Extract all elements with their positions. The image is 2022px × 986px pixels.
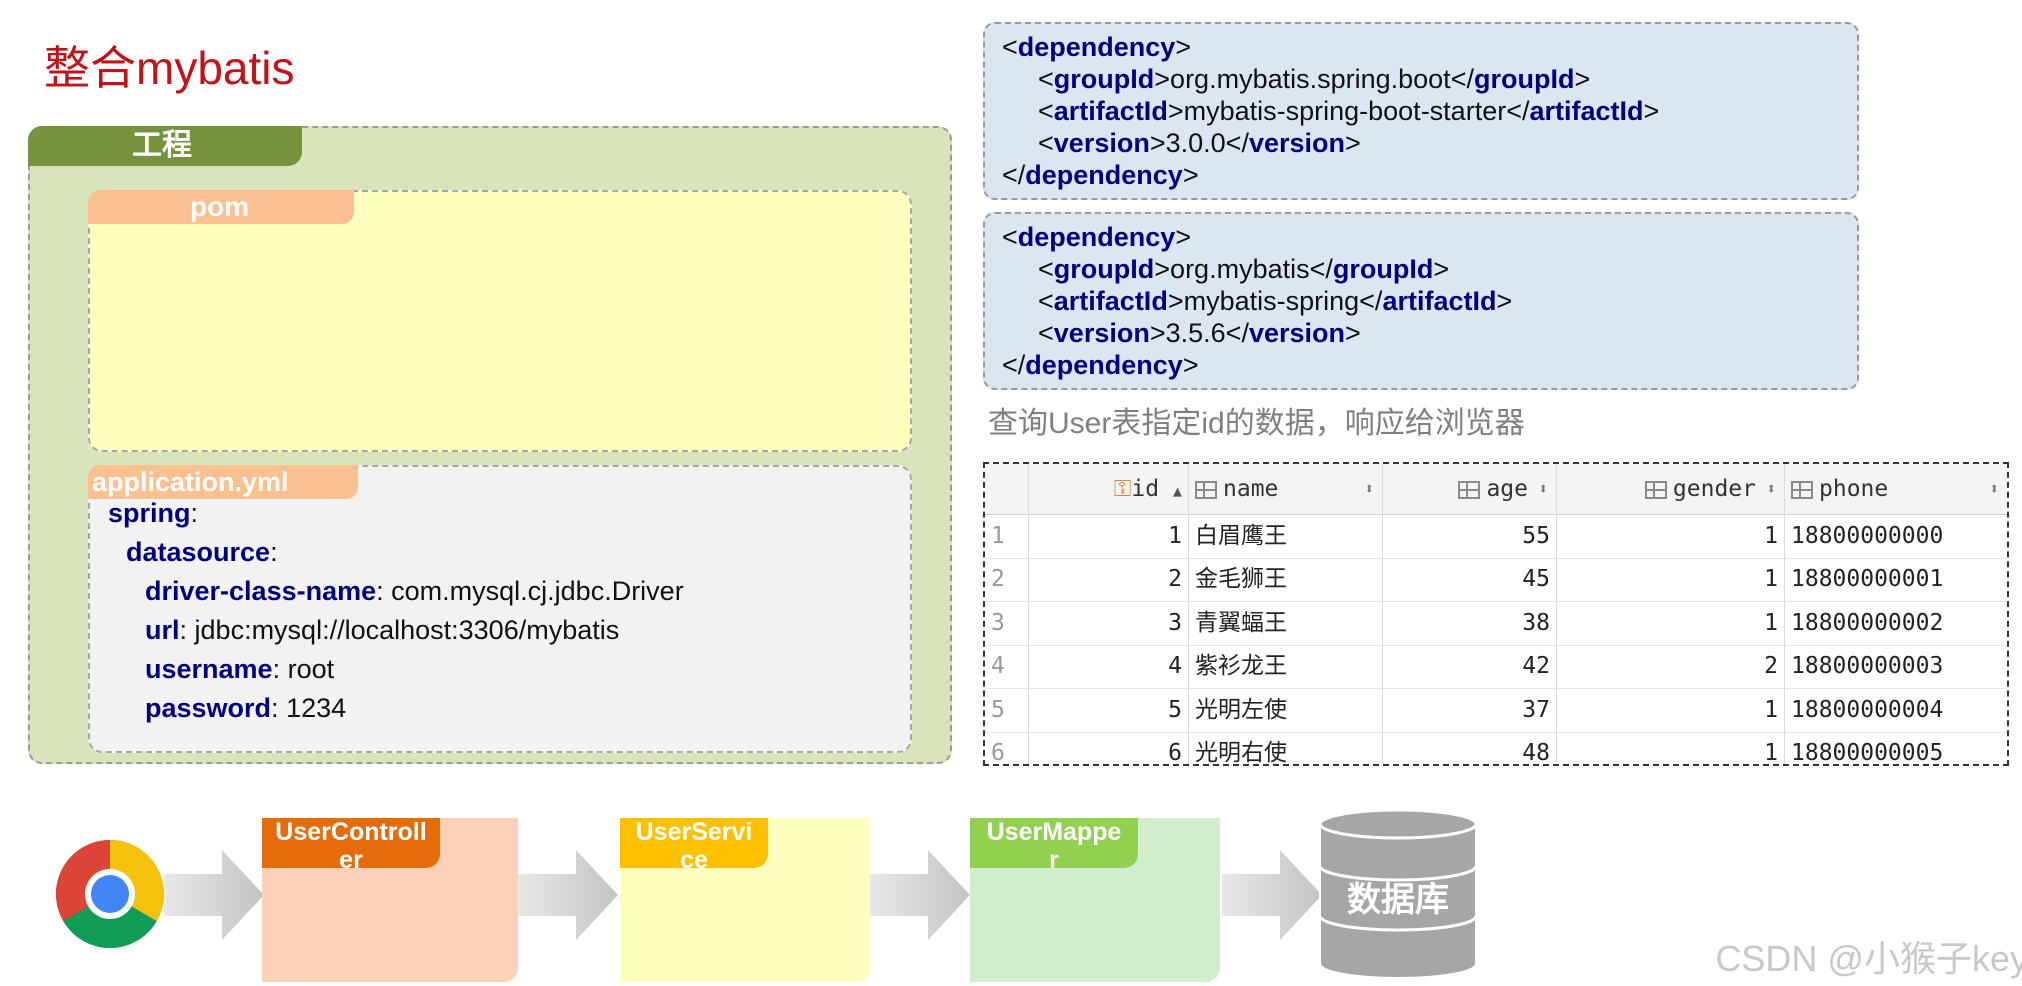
table-row[interactable]: 6 6 光明右使 48 1 18800000005 [985, 732, 2007, 766]
cell-name: 紫衫龙王 [1189, 645, 1383, 689]
dep2-groupid: <groupId>org.mybatis</groupId> [1038, 254, 1450, 284]
dep2-close: </dependency> [1002, 350, 1199, 380]
cell-id: 2 [1029, 558, 1189, 602]
arrow-right-icon [518, 850, 618, 940]
column-icon [1195, 481, 1217, 499]
sort-icon: ⬍ [1364, 479, 1374, 498]
arrow-right-icon [1222, 850, 1322, 940]
sort-asc-icon: ▲ [1172, 482, 1182, 500]
row-number: 1 [985, 515, 1029, 558]
yml-line-datasource: datasource: [126, 537, 278, 567]
cell-age: 38 [1383, 601, 1557, 645]
row-number: 6 [985, 732, 1029, 764]
table-row[interactable]: 4 4 紫衫龙王 42 2 18800000003 [985, 645, 2007, 690]
dep1-open: <dependency> [1002, 32, 1192, 62]
cell-age: 37 [1383, 688, 1557, 732]
key-icon: ⚿ [1113, 476, 1132, 502]
dep2-artifactid: <artifactId>mybatis-spring</artifactId> [1038, 286, 1513, 316]
pom-container [88, 190, 912, 452]
cell-phone: 18800000004 [1791, 696, 1944, 723]
table-row[interactable]: 5 5 光明左使 37 1 18800000004 [985, 688, 2007, 733]
column-header-age[interactable]: age ⬍ [1383, 464, 1557, 514]
cell-gender: 1 [1557, 558, 1785, 602]
cell-gender: 1 [1557, 688, 1785, 732]
row-number: 5 [985, 688, 1029, 732]
dep1-version: <version>3.0.0</version> [1038, 128, 1361, 158]
project-label: 工程 [28, 126, 302, 166]
cell-phone: 18800000005 [1791, 740, 1944, 766]
rownum-header [985, 464, 1029, 514]
user-controller-label: UserControll er [262, 818, 440, 874]
cell-phone: 18800000001 [1791, 566, 1944, 593]
table-row[interactable]: 3 3 青翼蝠王 38 1 18800000002 [985, 601, 2007, 646]
column-icon [1791, 481, 1813, 499]
user-table: ⚿id ▲ name ⬍ age ⬍ gender ⬍ phone ⬍ 1 1 白眉… [983, 462, 2009, 766]
cell-gender: 1 [1557, 601, 1785, 645]
cell-id: 6 [1029, 732, 1189, 764]
dep1-close: </dependency> [1002, 160, 1199, 190]
row-number: 3 [985, 601, 1029, 645]
arrow-right-icon [870, 850, 970, 940]
yml-line-driver: driver-class-name: com.mysql.cj.jdbc.Dri… [145, 576, 684, 606]
cell-gender: 1 [1557, 515, 1785, 558]
cell-name: 青翼蝠王 [1189, 601, 1383, 645]
chrome-browser-icon [55, 840, 165, 949]
page-title: 整合mybatis [44, 42, 295, 94]
cell-gender: 2 [1557, 645, 1785, 689]
user-mapper-label: UserMappe r [970, 818, 1138, 874]
yml-line-spring: spring: [108, 498, 199, 528]
table-header: ⚿id ▲ name ⬍ age ⬍ gender ⬍ phone ⬍ [985, 464, 2007, 515]
application-yml-label: application.yml [88, 465, 358, 499]
cell-phone: 18800000002 [1791, 609, 1944, 636]
query-description: 查询User表指定id的数据，响应给浏览器 [988, 407, 1525, 440]
pom-label: pom [88, 190, 354, 224]
column-icon [1644, 481, 1667, 499]
dep1-artifactid: <artifactId>mybatis-spring-boot-starter<… [1038, 96, 1660, 126]
yml-line-username: username: root [145, 654, 335, 684]
yml-line-password: password: 1234 [145, 693, 347, 723]
cell-id: 5 [1029, 688, 1189, 732]
watermark: CSDN @小猴子key [1715, 938, 2022, 979]
cell-phone: 18800000003 [1791, 653, 1944, 680]
cell-age: 42 [1383, 645, 1557, 689]
user-service-label: UserServi ce [620, 818, 768, 874]
table-row[interactable]: 1 1 白眉鹰王 55 1 18800000000 [985, 515, 2007, 559]
sort-icon: ⬍ [1989, 479, 1999, 498]
dep1-groupid: <groupId>org.mybatis.spring.boot</groupI… [1038, 64, 1591, 94]
cell-age: 45 [1383, 558, 1557, 602]
column-icon [1458, 481, 1481, 499]
sort-icon: ⬍ [1766, 479, 1776, 498]
cell-gender: 1 [1557, 732, 1785, 764]
cell-name: 白眉鹰王 [1189, 515, 1383, 558]
cell-id: 3 [1029, 601, 1189, 645]
column-header-phone[interactable]: phone ⬍ [1785, 464, 2007, 514]
column-header-gender[interactable]: gender ⬍ [1557, 464, 1785, 514]
table-row[interactable]: 2 2 金毛狮王 45 1 18800000001 [985, 558, 2007, 603]
cell-name: 光明右使 [1189, 732, 1383, 764]
arrow-right-icon [164, 850, 264, 940]
cell-id: 4 [1029, 645, 1189, 689]
row-number: 2 [985, 558, 1029, 602]
yml-line-url: url: jdbc:mysql://localhost:3306/mybatis [145, 615, 620, 645]
row-number: 4 [985, 645, 1029, 689]
cell-name: 金毛狮王 [1189, 558, 1383, 602]
cell-phone: 18800000000 [1791, 523, 1944, 549]
column-header-name[interactable]: name ⬍ [1189, 464, 1383, 514]
cell-age: 48 [1383, 732, 1557, 764]
cell-id: 1 [1029, 515, 1189, 558]
cell-name: 光明左使 [1189, 688, 1383, 732]
database-label: 数据库 [1347, 881, 1449, 919]
dep2-version: <version>3.5.6</version> [1038, 318, 1361, 348]
sort-icon: ⬍ [1538, 479, 1548, 498]
dep2-open: <dependency> [1002, 222, 1192, 252]
cell-age: 55 [1383, 515, 1557, 558]
column-header-id[interactable]: ⚿id ▲ [1029, 464, 1189, 514]
